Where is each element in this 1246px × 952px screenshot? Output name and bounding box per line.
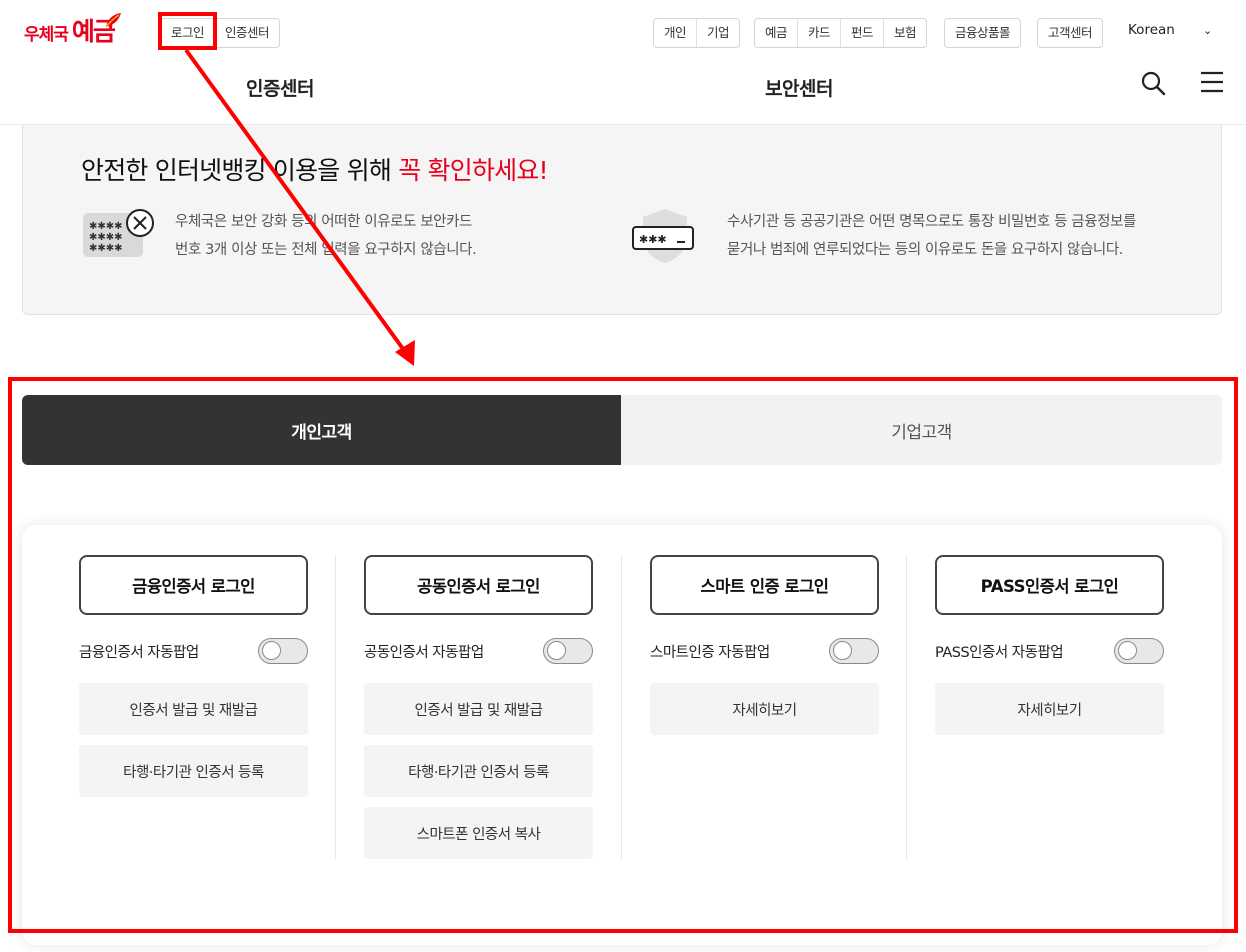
search-icon[interactable]: [1140, 70, 1166, 96]
business-link[interactable]: 기업: [696, 19, 739, 47]
svg-text:✱✱✱✱: ✱✱✱✱: [89, 232, 123, 243]
logo-prefix: 우체국: [24, 25, 69, 45]
customer-center-pill: 고객센터: [1037, 18, 1104, 48]
fund-link[interactable]: 펀드: [840, 19, 883, 47]
logo[interactable]: 우체국 예금: [24, 13, 121, 48]
insurance-link[interactable]: 보험: [883, 19, 926, 47]
notice-text-2: 수사기관 등 공공기관은 어떤 명목으로도 통장 비밀번호 등 금융정보를 묻거…: [727, 208, 1136, 264]
notice-title-prefix: 안전한 인터넷뱅킹 이용을 위해: [81, 156, 399, 185]
card-link[interactable]: 카드: [797, 19, 840, 47]
cert-center-link[interactable]: 인증센터: [214, 19, 279, 47]
deposit-link[interactable]: 예금: [755, 19, 797, 47]
notice-text-2-line1: 수사기관 등 공공기관은 어떤 명목으로도 통장 비밀번호 등 금융정보를: [727, 214, 1136, 230]
password-shield-icon: ✱✱✱: [632, 209, 694, 263]
svg-text:✱✱✱✱: ✱✱✱✱: [89, 243, 123, 254]
notice-title-emphasis: 꼭 확인하세요!: [398, 156, 548, 185]
security-notice: 안전한 인터넷뱅킹 이용을 위해 꼭 확인하세요! ✱✱✱✱ ✱✱✱✱ ✱✱✱✱…: [22, 125, 1222, 315]
nav-cert-center[interactable]: 인증센터: [246, 74, 314, 101]
notice-text-1-line2: 번호 3개 이상 또는 전체 입력을 요구하지 않습니다.: [175, 242, 477, 258]
notice-text-1: 우체국은 보안 강화 등의 어떠한 이유로도 보안카드 번호 3개 이상 또는 …: [175, 208, 477, 264]
annotation-highlight-login-panel: [8, 377, 1238, 933]
svg-text:✱✱✱✱: ✱✱✱✱: [89, 221, 123, 232]
notice-text-2-line2: 묻거나 범죄에 연루되었다는 등의 이유로도 돈을 요구하지 않습니다.: [727, 242, 1123, 258]
leaf-icon: [105, 13, 121, 28]
notice-text-1-line1: 우체국은 보안 강화 등의 어떠한 이유로도 보안카드: [175, 214, 472, 230]
product-menu: 예금 카드 펀드 보험: [754, 18, 928, 48]
nav-security-center[interactable]: 보안센터: [765, 74, 833, 101]
annotation-highlight-login: [158, 12, 217, 50]
customer-type-switch: 개인 기업: [653, 18, 741, 48]
notice-title: 안전한 인터넷뱅킹 이용을 위해 꼭 확인하세요!: [81, 151, 549, 187]
svg-text:✱✱✱: ✱✱✱: [639, 233, 667, 246]
language-select[interactable]: Korean: [1128, 22, 1175, 38]
security-card-icon: ✱✱✱✱ ✱✱✱✱ ✱✱✱✱: [83, 209, 154, 257]
personal-link[interactable]: 개인: [654, 19, 696, 47]
page: 우체국 예금 로그인 인증센터 개인 기업 예금 카드 펀드 보험 금융상품몰 …: [0, 0, 1246, 952]
finance-products-link[interactable]: 금융상품몰: [945, 19, 1020, 47]
menu-icon[interactable]: [1199, 70, 1225, 94]
customer-center-link[interactable]: 고객센터: [1038, 19, 1102, 47]
chevron-down-icon[interactable]: ⌄: [1203, 24, 1212, 37]
logo-main: 예금: [72, 13, 121, 48]
finance-products-pill: 금융상품몰: [944, 18, 1022, 48]
